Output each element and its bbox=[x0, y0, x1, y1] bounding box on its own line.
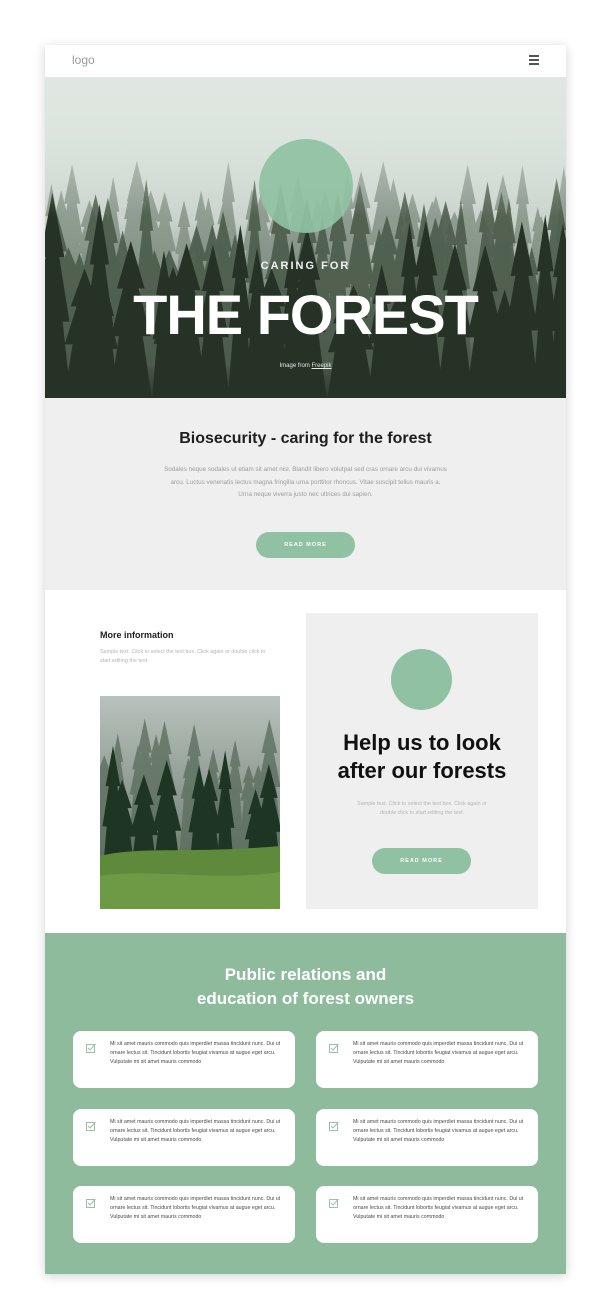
hero-title: THE FOREST bbox=[133, 283, 479, 346]
info-card: Mi sit amet mauris commodo quis imperdie… bbox=[73, 1186, 295, 1243]
info-card-text: Mi sit amet mauris commodo quis imperdie… bbox=[353, 1041, 524, 1065]
checkbox-icon bbox=[86, 1121, 96, 1131]
info-card: Mi sit amet mauris commodo quis imperdie… bbox=[316, 1031, 538, 1088]
biosecurity-title: Biosecurity - caring for the forest bbox=[179, 430, 432, 447]
hero-kicker: CARING FOR bbox=[260, 260, 351, 272]
help-title: Help us to look after our forests bbox=[306, 729, 538, 785]
logo[interactable]: logo bbox=[72, 53, 95, 67]
public-relations-section: Public relations and education of forest… bbox=[45, 933, 566, 1274]
pr-title-line1: Public relations and bbox=[224, 965, 387, 984]
info-card-text: Mi sit amet mauris commodo quis imperdie… bbox=[353, 1119, 524, 1143]
help-card: Help us to look after our forests Sample… bbox=[306, 613, 538, 909]
public-relations-title: Public relations and education of forest… bbox=[45, 963, 566, 1011]
hero-credit-prefix: Image from bbox=[279, 363, 310, 369]
hero-section: CARING FOR THE FOREST Image from Freepik bbox=[45, 77, 566, 398]
info-card: Mi sit amet mauris commodo quis imperdie… bbox=[316, 1186, 538, 1243]
info-card: Mi sit amet mauris commodo quis imperdie… bbox=[73, 1109, 295, 1166]
more-information-text: Sample text. Click to select the text bo… bbox=[100, 649, 266, 664]
info-card-text: Mi sit amet mauris commodo quis imperdie… bbox=[110, 1041, 281, 1065]
info-section: More information Sample text. Click to s… bbox=[45, 590, 566, 933]
hero-accent-circle bbox=[259, 139, 353, 233]
info-card: Mi sit amet mauris commodo quis imperdie… bbox=[73, 1031, 295, 1088]
checkbox-icon bbox=[86, 1043, 96, 1053]
read-more-button[interactable]: READ MORE bbox=[256, 532, 355, 558]
help-text: Sample text. Click to select the text bo… bbox=[357, 801, 487, 816]
biosecurity-section: Biosecurity - caring for the forest Soda… bbox=[45, 398, 566, 590]
foggy-forest-image bbox=[45, 77, 566, 398]
checkbox-icon bbox=[329, 1043, 339, 1053]
help-accent-circle bbox=[391, 649, 452, 710]
hero-credit-link[interactable]: Freepik bbox=[312, 363, 332, 369]
hero-credit: Image from Freepik bbox=[45, 363, 566, 369]
info-card: Mi sit amet mauris commodo quis imperdie… bbox=[316, 1109, 538, 1166]
info-card-text: Mi sit amet mauris commodo quis imperdie… bbox=[353, 1196, 524, 1220]
hamburger-icon[interactable] bbox=[529, 55, 539, 65]
checkbox-icon bbox=[329, 1198, 339, 1208]
checkbox-icon bbox=[86, 1198, 96, 1208]
help-title-line1: Help us to look bbox=[343, 730, 501, 755]
biosecurity-text: Sodales neque sodales ut etiam sit amet … bbox=[164, 466, 447, 498]
info-card-text: Mi sit amet mauris commodo quis imperdie… bbox=[110, 1119, 281, 1143]
info-card-text: Mi sit amet mauris commodo quis imperdie… bbox=[110, 1196, 281, 1220]
help-read-more-button[interactable]: READ MORE bbox=[372, 848, 471, 874]
more-information-title: More information bbox=[100, 630, 174, 640]
top-nav: logo bbox=[45, 45, 566, 77]
page-frame: logo CARING FOR THE FOREST Image from Fr… bbox=[45, 45, 566, 1274]
forest-photo bbox=[100, 696, 280, 909]
checkbox-icon bbox=[329, 1121, 339, 1131]
pr-title-line2: education of forest owners bbox=[196, 989, 415, 1008]
help-title-line2: after our forests bbox=[337, 758, 507, 783]
